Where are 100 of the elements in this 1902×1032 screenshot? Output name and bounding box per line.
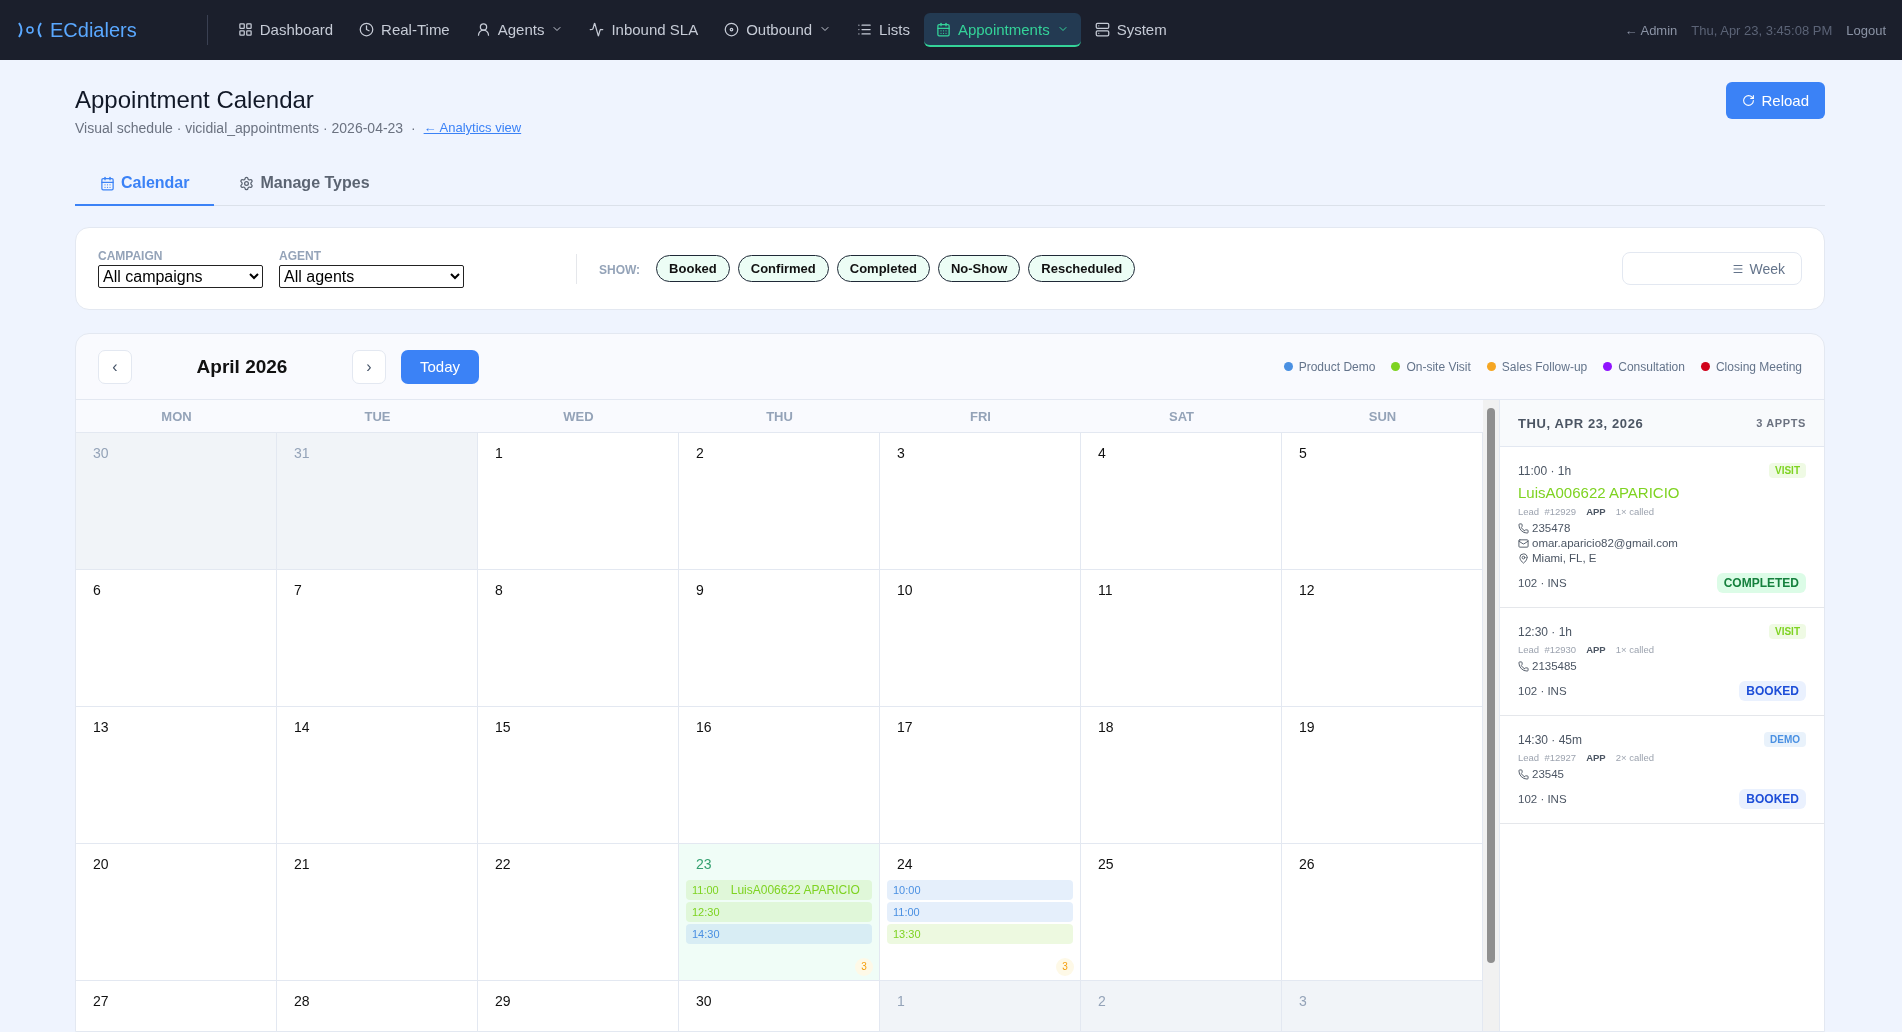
phone-icon bbox=[1518, 768, 1529, 780]
day-cell[interactable]: 18 bbox=[1081, 707, 1282, 843]
day-cell[interactable]: 10 bbox=[880, 570, 1081, 706]
map-pin-icon bbox=[1518, 552, 1529, 564]
nav-item[interactable]: Inbound SLA bbox=[577, 13, 711, 47]
target-icon bbox=[724, 21, 740, 37]
day-cell[interactable]: 21 bbox=[277, 844, 478, 980]
previous-month-button[interactable]: ‹ bbox=[98, 349, 132, 384]
legend-label: Closing Meeting bbox=[1715, 359, 1802, 374]
page-title: Appointment Calendar bbox=[75, 86, 315, 114]
appointment-time: 14:30 · 45m bbox=[1518, 732, 1583, 747]
day-number: 12 bbox=[1298, 582, 1316, 598]
mail-icon bbox=[1518, 537, 1529, 549]
day-number: 16 bbox=[695, 719, 713, 735]
nav-item[interactable]: Lists bbox=[845, 13, 922, 47]
campaign-select[interactable]: All campaigns bbox=[98, 265, 263, 288]
day-cell[interactable]: 29 bbox=[478, 981, 679, 1031]
reload-icon bbox=[1742, 94, 1756, 107]
nav-item[interactable]: Agents bbox=[463, 13, 576, 47]
nav-item[interactable]: Appointments bbox=[923, 13, 1081, 47]
day-cell[interactable]: 14 bbox=[277, 707, 478, 843]
scrollbar[interactable] bbox=[1487, 408, 1495, 963]
status-filter-chip[interactable]: Confirmed bbox=[737, 255, 829, 282]
day-cell[interactable]: 28 bbox=[277, 981, 478, 1031]
server-icon bbox=[1094, 21, 1110, 37]
appointment-time: 11:00 bbox=[893, 906, 920, 918]
appointment-time: 12:30 · 1h bbox=[1518, 624, 1573, 639]
day-number: 1 bbox=[896, 993, 906, 1009]
day-cell[interactable]: 1 bbox=[478, 433, 679, 569]
day-cell[interactable]: 11 bbox=[1081, 570, 1282, 706]
tab[interactable]: Manage Types bbox=[214, 162, 395, 206]
day-cell[interactable]: 8 bbox=[478, 570, 679, 706]
week-view-button[interactable]: Week bbox=[1622, 252, 1802, 285]
day-cell[interactable]: 26 bbox=[1282, 844, 1483, 980]
day-cell[interactable]: 12 bbox=[1282, 570, 1483, 706]
day-cell[interactable]: 27 bbox=[76, 981, 277, 1031]
status-badge: BOOKED bbox=[1739, 681, 1806, 701]
admin-link[interactable]: ← Admin bbox=[1624, 22, 1678, 38]
day-number: 22 bbox=[494, 856, 512, 872]
day-cell[interactable]: 22 bbox=[478, 844, 679, 980]
day-cell[interactable]: 19 bbox=[1282, 707, 1483, 843]
nav-item[interactable]: Outbound bbox=[712, 13, 844, 47]
agent-select[interactable]: All agents bbox=[279, 265, 464, 288]
source-label: APP bbox=[1586, 752, 1606, 763]
day-cell[interactable]: 16 bbox=[679, 707, 880, 843]
day-number: 18 bbox=[1097, 719, 1115, 735]
day-cell[interactable]: 17 bbox=[880, 707, 1081, 843]
legend-label: Product Demo bbox=[1298, 359, 1376, 374]
source-label: APP bbox=[1586, 644, 1606, 655]
appointment-time: 14:30 bbox=[692, 928, 720, 940]
next-month-button[interactable]: › bbox=[352, 349, 386, 384]
day-number: 26 bbox=[1298, 856, 1316, 872]
weekday-header: SAT bbox=[1167, 408, 1195, 426]
clock-text: Thu, Apr 23, 3:45:08 PM bbox=[1691, 22, 1833, 38]
appointment-card[interactable]: 11:00 · 1h VISIT LuisA006622 APARICIO Lead #12929 APP 1× called 235478 omar.aparicio82@gmail.com Miami, FL, E 102 · INS COMPLETED bbox=[1500, 447, 1824, 608]
day-number: 3 bbox=[1298, 993, 1308, 1009]
day-cell[interactable]: 20 bbox=[76, 844, 277, 980]
day-number: 7 bbox=[293, 582, 303, 598]
type-tag: DEMO bbox=[1764, 732, 1806, 747]
day-cell[interactable]: 7 bbox=[277, 570, 478, 706]
status-filter-chip[interactable]: Booked bbox=[656, 255, 730, 282]
day-number: 17 bbox=[896, 719, 914, 735]
phone-icon bbox=[1518, 522, 1529, 534]
type-tag: VISIT bbox=[1769, 463, 1806, 478]
day-number: 21 bbox=[293, 856, 311, 872]
day-number: 13 bbox=[92, 719, 110, 735]
day-cell[interactable]: 9 bbox=[679, 570, 880, 706]
day-cell[interactable]: 3 bbox=[880, 433, 1081, 569]
appointment-card[interactable]: 12:30 · 1h VISIT Lead #12930 APP 1× called 2135485 102 · INS BOOKED bbox=[1500, 608, 1824, 716]
day-cell[interactable]: 2 bbox=[679, 433, 880, 569]
appointment-time: 10:00 bbox=[893, 884, 921, 896]
day-number: 1 bbox=[494, 445, 504, 461]
call-count: 1× called bbox=[1615, 506, 1654, 517]
day-cell[interactable]: 15 bbox=[478, 707, 679, 843]
day-number: 20 bbox=[92, 856, 110, 872]
logout-link[interactable]: Logout bbox=[1846, 22, 1886, 38]
lead-number: Lead #12929 bbox=[1518, 506, 1577, 517]
lead-number: Lead #12930 bbox=[1518, 644, 1577, 655]
day-cell[interactable]: 4 bbox=[1081, 433, 1282, 569]
day-cell[interactable]: 5 bbox=[1282, 433, 1483, 569]
today-button[interactable]: Today bbox=[401, 349, 480, 384]
status-filter-chip[interactable]: Rescheduled bbox=[1028, 255, 1136, 282]
weekday-header: MON bbox=[160, 408, 193, 426]
email-address: omar.aparicio82@gmail.com bbox=[1532, 537, 1678, 549]
day-cell[interactable]: 30 bbox=[679, 981, 880, 1031]
show-label: SHOW: bbox=[599, 262, 641, 277]
nav-item[interactable]: Dashboard bbox=[225, 13, 346, 47]
nav-item[interactable]: Real-Time bbox=[347, 13, 462, 47]
status-filter-chip[interactable]: No-Show bbox=[937, 255, 1021, 282]
day-cell[interactable]: 25 bbox=[1081, 844, 1282, 980]
status-filter-chip[interactable]: Completed bbox=[836, 255, 930, 282]
reload-button[interactable]: Reload bbox=[1726, 82, 1825, 119]
status-badge: BOOKED bbox=[1739, 789, 1806, 809]
nav-item[interactable]: System bbox=[1082, 13, 1179, 47]
lead-number: Lead #12927 bbox=[1518, 752, 1577, 763]
day-cell[interactable]: 6 bbox=[76, 570, 277, 706]
calendar-icon bbox=[100, 175, 115, 191]
appointment-card[interactable]: 14:30 · 45m DEMO Lead #12927 APP 2× called 23545 102 · INS BOOKED bbox=[1500, 716, 1824, 824]
day-cell[interactable]: 13 bbox=[76, 707, 277, 843]
call-count: 2× called bbox=[1615, 752, 1654, 763]
